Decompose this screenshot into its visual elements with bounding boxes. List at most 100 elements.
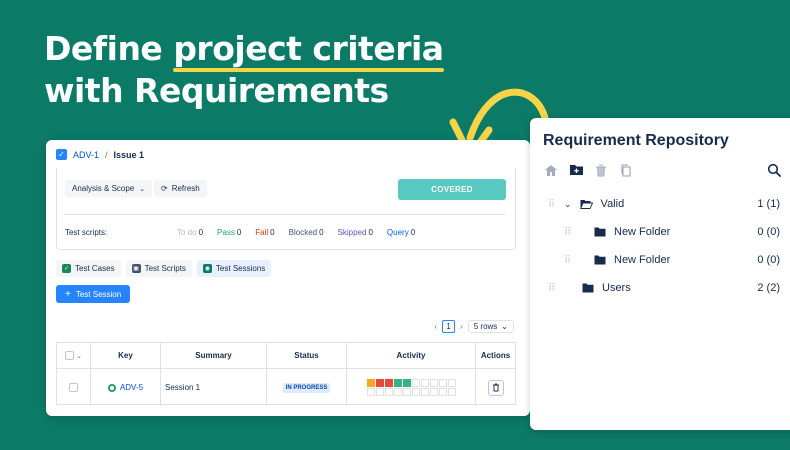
row-checkbox[interactable] (57, 369, 91, 406)
tab-test-scripts[interactable]: ▣ Test Scripts (125, 260, 192, 277)
column-header-actions: Actions (480, 351, 511, 360)
activity-cell (375, 388, 384, 396)
activity-cell (375, 379, 384, 387)
activity-cell (411, 379, 420, 387)
trash-icon[interactable] (593, 162, 609, 178)
activity-cell (429, 388, 438, 396)
copy-icon[interactable] (618, 162, 634, 178)
divider (65, 214, 505, 215)
drag-handle-icon[interactable]: ⠿ (548, 199, 558, 210)
add-test-session-button[interactable]: + Test Session (56, 285, 131, 303)
row-status-cell: IN PROGRESS (267, 369, 347, 406)
coverage-card: Analysis & Scope ⌄ ⟳ Refresh COVERED Tes… (56, 168, 516, 250)
folder-open-icon (579, 200, 593, 209)
new-folder-icon[interactable] (568, 162, 584, 178)
select-all-checkbox[interactable]: ⌄ (57, 343, 91, 368)
test-cases-icon: ✓ (62, 264, 71, 273)
plus-icon: + (65, 288, 71, 300)
tab-test-sessions[interactable]: ◉ Test Sessions (196, 260, 272, 277)
test-scripts-icon: ▣ (131, 264, 141, 273)
repository-toolbar (543, 162, 634, 178)
drag-handle-icon[interactable]: ⠿ (564, 255, 574, 266)
next-page-icon[interactable]: › (460, 322, 463, 331)
tree-item-count: 2 (2) (757, 282, 780, 294)
table-row: ADV-5 Session 1 IN PROGRESS (57, 369, 515, 406)
folder-icon (594, 255, 606, 265)
stat-todo: To do 0 (177, 228, 204, 237)
row-key-cell: ADV-5 (91, 369, 161, 406)
tree-item-count: 0 (0) (757, 254, 780, 266)
stat-blocked: Blocked 0 (288, 228, 324, 237)
trash-icon (492, 383, 499, 392)
requirement-repository-panel: Requirement Repository ⠿ ⌄ Valid 1 (1) ⠿… (530, 118, 790, 430)
headline-line-2: with Requirements (44, 71, 389, 110)
coverage-status-button[interactable]: COVERED (398, 179, 506, 200)
stat-pass: Pass 0 (217, 228, 242, 237)
chevron-down-icon: ⌄ (501, 322, 508, 331)
activity-cell (402, 388, 411, 396)
activity-cell (366, 388, 375, 396)
page-number[interactable]: 1 (442, 320, 456, 333)
search-icon[interactable] (766, 162, 782, 178)
activity-cell (438, 379, 447, 387)
chevron-down-icon[interactable]: ⌄ (564, 199, 572, 210)
breadcrumb-current: Issue 1 (113, 149, 145, 160)
stat-skipped: Skipped 0 (337, 228, 373, 237)
sessions-table: ⌄ Key Summary Status Activity Actions AD… (56, 342, 516, 406)
activity-cell (366, 379, 375, 387)
delete-session-button[interactable] (487, 379, 504, 396)
breadcrumb: ✓ ADV-1 / Issue 1 (56, 149, 144, 160)
activity-cell (402, 379, 411, 387)
panel-title: Requirement Repository (543, 132, 729, 149)
stat-fail: Fail 0 (255, 228, 275, 237)
column-header-key[interactable]: Key (91, 343, 161, 368)
headline-highlight: project criteria (173, 29, 444, 72)
activity-cell (447, 388, 456, 396)
headline: Define project criteria with Requirement… (44, 28, 444, 112)
test-script-stats: Test scripts: To do 0 Pass 0 Fail 0 Blocked… (65, 228, 507, 237)
activity-cell (411, 388, 420, 396)
tree-item-valid[interactable]: ⠿ ⌄ Valid 1 (1) (530, 194, 790, 214)
refresh-button[interactable]: ⟳ Refresh (154, 180, 207, 197)
row-actions-cell (476, 369, 515, 406)
scope-dropdown[interactable]: Analysis & Scope ⌄ (65, 180, 153, 197)
stats-label: Test scripts: (65, 228, 108, 237)
activity-cell (420, 388, 429, 396)
status-badge: IN PROGRESS (282, 382, 331, 393)
home-icon[interactable] (543, 162, 559, 178)
session-key-link[interactable]: ADV-5 (107, 383, 143, 392)
activity-cell (429, 379, 438, 387)
session-icon (107, 383, 116, 392)
rows-per-page-select[interactable]: 5 rows ⌄ (467, 320, 514, 333)
column-header-status[interactable]: Status (267, 343, 347, 368)
breadcrumb-project-link[interactable]: ADV-1 (73, 150, 99, 160)
activity-cell (384, 379, 393, 387)
chevron-down-icon: ⌄ (76, 352, 82, 360)
row-activity-cell (347, 369, 476, 406)
stat-query: Query 0 (386, 228, 416, 237)
breadcrumb-separator: / (105, 149, 108, 160)
activity-cell (438, 388, 447, 396)
folder-icon (582, 283, 594, 293)
pagination: ‹ 1 › 5 rows ⌄ (434, 320, 514, 333)
issue-panel: ✓ ADV-1 / Issue 1 Analysis & Scope ⌄ ⟳ R… (46, 140, 530, 416)
tab-test-cases[interactable]: ✓ Test Cases (56, 260, 121, 277)
activity-cell (420, 379, 429, 387)
drag-handle-icon[interactable]: ⠿ (564, 227, 574, 238)
row-summary-cell: Session 1 (161, 369, 267, 406)
activity-cell (384, 388, 393, 396)
tree-item-users[interactable]: ⠿ Users 2 (2) (530, 278, 790, 298)
tree-item-count: 0 (0) (757, 226, 780, 238)
column-header-summary[interactable]: Summary (161, 343, 267, 368)
activity-grid (366, 379, 456, 396)
prev-page-icon[interactable]: ‹ (434, 322, 437, 331)
tree-item-new-folder-1[interactable]: ⠿ New Folder 0 (0) (530, 222, 790, 242)
tree-item-count: 1 (1) (757, 198, 780, 210)
chevron-down-icon: ⌄ (139, 185, 146, 193)
tree-item-new-folder-2[interactable]: ⠿ New Folder 0 (0) (530, 250, 790, 270)
refresh-icon: ⟳ (161, 184, 168, 193)
test-sessions-icon: ◉ (202, 264, 212, 273)
issue-type-icon: ✓ (56, 149, 67, 160)
drag-handle-icon[interactable]: ⠿ (548, 283, 558, 294)
activity-cell (393, 379, 402, 387)
